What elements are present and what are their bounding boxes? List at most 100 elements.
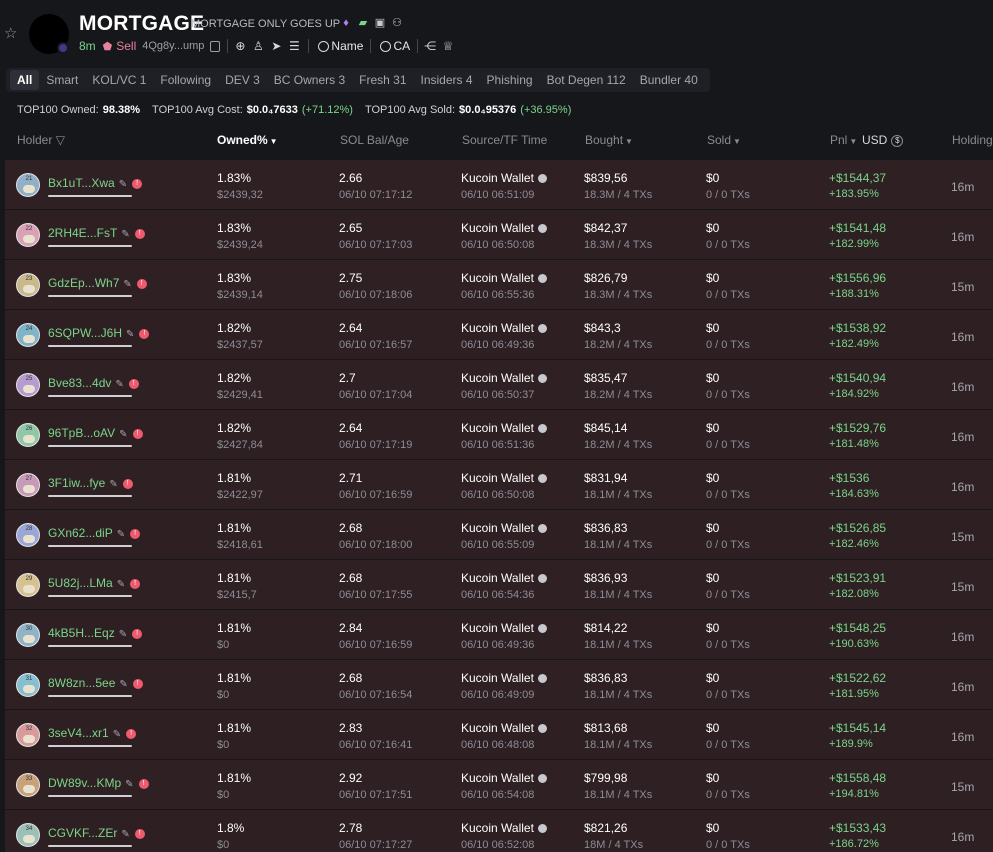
tab-all[interactable]: All xyxy=(10,70,40,90)
funding-source[interactable]: Kucoin Wallet xyxy=(461,571,547,585)
holder-address[interactable]: 8W8zn...5ee ✎! xyxy=(48,676,143,690)
pnl-usd: +$1544,37 xyxy=(829,171,887,185)
owned-percent: 1.81% xyxy=(217,621,252,635)
funding-source[interactable]: Kucoin Wallet xyxy=(461,521,547,535)
avatar-face-icon xyxy=(23,635,35,643)
sell-label[interactable]: Sell xyxy=(116,39,136,53)
holding-duration: 16m xyxy=(951,730,975,744)
token-address[interactable]: 4Qg8y...ump xyxy=(142,40,204,52)
funding-source[interactable]: Kucoin Wallet xyxy=(461,471,547,485)
table-row[interactable]: 25 Bve83...4dv ✎! 1.82% $2429,41 2.7 06/1… xyxy=(5,360,993,410)
funding-source[interactable]: Kucoin Wallet xyxy=(461,671,547,685)
holder-address[interactable]: GdzEp...Wh7 ✎! xyxy=(48,276,147,290)
funding-source[interactable]: Kucoin Wallet xyxy=(461,421,547,435)
tab-bot-degen[interactable]: Bot Degen 112 xyxy=(540,70,633,90)
sold-detail: 0 / 0 TXs xyxy=(706,239,750,251)
name-search[interactable]: Name xyxy=(318,39,363,53)
edit-icon[interactable]: ✎ xyxy=(125,779,133,790)
tab-dev[interactable]: DEV 3 xyxy=(218,70,267,90)
table-row[interactable]: 24 6SQPW...J6H ✎! 1.82% $2437,57 2.64 06/… xyxy=(5,310,993,360)
holder-address[interactable]: 3seV4...xr1 ✎! xyxy=(48,726,137,740)
pnl-percent: +190.63% xyxy=(829,638,879,650)
col-pnl[interactable]: Pnl ▼ xyxy=(830,133,857,147)
edit-icon[interactable]: ✎ xyxy=(119,429,127,440)
funding-source[interactable]: Kucoin Wallet xyxy=(461,771,547,785)
tab-insiders[interactable]: Insiders 4 xyxy=(414,70,480,90)
edit-icon[interactable]: ✎ xyxy=(117,579,125,590)
funding-source[interactable]: Kucoin Wallet xyxy=(461,721,547,735)
funding-source[interactable]: Kucoin Wallet xyxy=(461,321,547,335)
funding-source[interactable]: Kucoin Wallet xyxy=(461,221,547,235)
table-row[interactable]: 27 3F1iw...fye ✎! 1.81% $2422,97 2.71 06/… xyxy=(5,460,993,510)
star-icon[interactable]: ☆ xyxy=(4,26,20,42)
holder-address[interactable]: 2RH4E...FsT ✎! xyxy=(48,226,145,240)
table-row[interactable]: 28 GXn62...diP ✎! 1.81% $2418,61 2.68 06/… xyxy=(5,510,993,560)
col-holder[interactable]: Holder ▽ xyxy=(17,133,65,147)
edit-icon[interactable]: ✎ xyxy=(119,679,127,690)
funding-source[interactable]: Kucoin Wallet xyxy=(461,171,547,185)
currency-toggle[interactable]: USD $ xyxy=(862,133,904,147)
edit-icon[interactable]: ✎ xyxy=(126,329,134,340)
telegram-icon[interactable]: ➤ xyxy=(269,39,283,53)
edit-icon[interactable]: ✎ xyxy=(117,529,125,540)
edit-icon[interactable]: ✎ xyxy=(119,629,127,640)
col-holding[interactable]: Holding xyxy=(952,133,993,147)
holder-address[interactable]: 3F1iw...fye ✎! xyxy=(48,476,133,490)
user-icon[interactable]: ♙ xyxy=(251,39,265,53)
filter-icon[interactable]: ▽ xyxy=(56,133,65,147)
holder-address[interactable]: 5U82j...LMa ✎! xyxy=(48,576,141,590)
edit-icon[interactable]: ✎ xyxy=(121,229,129,240)
holder-address[interactable]: Bve83...4dv ✎! xyxy=(48,376,139,390)
edit-icon[interactable]: ✎ xyxy=(123,279,131,290)
share-icon[interactable]: ⋲ xyxy=(423,39,437,53)
holder-address[interactable]: 6SQPW...J6H ✎! xyxy=(48,326,150,340)
tab-phishing[interactable]: Phishing xyxy=(480,70,540,90)
funding-source[interactable]: Kucoin Wallet xyxy=(461,371,547,385)
tab-kol-vc[interactable]: KOL/VC 1 xyxy=(85,70,153,90)
table-row[interactable]: 23 GdzEp...Wh7 ✎! 1.83% $2439,14 2.75 06/… xyxy=(5,260,993,310)
list-icon[interactable]: ☰ xyxy=(287,39,301,53)
ca-search[interactable]: CA xyxy=(380,39,410,53)
col-sold[interactable]: Sold ▼ xyxy=(707,133,741,147)
edit-icon[interactable]: ✎ xyxy=(121,829,129,840)
table-row[interactable]: 30 4kB5H...Eqz ✎! 1.81% $0 2.84 06/10 07:… xyxy=(5,610,993,660)
table-row[interactable]: 21 Bx1uT...Xwa ✎! 1.83% $2439,32 2.66 06/… xyxy=(5,160,993,210)
alert-icon: ! xyxy=(132,629,143,639)
edit-icon[interactable]: ✎ xyxy=(119,179,127,190)
holder-address[interactable]: CGVKF...ZEr ✎! xyxy=(48,826,145,840)
holder-address[interactable]: DW89v...KMp ✎! xyxy=(48,776,149,790)
avatar: 32 xyxy=(16,723,40,747)
crown-icon[interactable]: ♕ xyxy=(441,39,455,53)
table-row[interactable]: 29 5U82j...LMa ✎! 1.81% $2415,7 2.68 06/1… xyxy=(5,560,993,610)
globe-icon[interactable]: ⊕ xyxy=(233,39,247,53)
tab-bundler[interactable]: Bundler 40 xyxy=(633,70,705,90)
table-row[interactable]: 26 96TpB...oAV ✎! 1.82% $2427,84 2.64 06/… xyxy=(5,410,993,460)
transfer-time: 06/10 06:52:08 xyxy=(461,839,535,851)
table-row[interactable]: 33 DW89v...KMp ✎! 1.81% $0 2.92 06/10 07:… xyxy=(5,760,993,810)
col-owned[interactable]: Owned% ▼ xyxy=(217,133,278,147)
sold-detail: 0 / 0 TXs xyxy=(706,639,750,651)
funding-source[interactable]: Kucoin Wallet xyxy=(461,821,547,835)
edit-icon[interactable]: ✎ xyxy=(115,379,123,390)
col-source[interactable]: Source/TF Time xyxy=(462,133,547,147)
copy-icon[interactable] xyxy=(210,40,221,52)
col-bought[interactable]: Bought ▼ xyxy=(585,133,633,147)
table-row[interactable]: 31 8W8zn...5ee ✎! 1.81% $0 2.68 06/10 07:… xyxy=(5,660,993,710)
table-row[interactable]: 22 2RH4E...FsT ✎! 1.83% $2439,24 2.65 06/… xyxy=(5,210,993,260)
transfer-time: 06/10 06:50:08 xyxy=(461,239,535,251)
tab-bc-owners[interactable]: BC Owners 3 xyxy=(267,70,352,90)
holder-address[interactable]: 4kB5H...Eqz ✎! xyxy=(48,626,143,640)
holder-address[interactable]: 96TpB...oAV ✎! xyxy=(48,426,143,440)
edit-icon[interactable]: ✎ xyxy=(109,479,117,490)
edit-icon[interactable]: ✎ xyxy=(113,729,121,740)
holder-address[interactable]: GXn62...diP ✎! xyxy=(48,526,141,540)
table-row[interactable]: 34 CGVKF...ZEr ✎! 1.8% $0 2.78 06/10 07:1… xyxy=(5,810,993,852)
tab-fresh[interactable]: Fresh 31 xyxy=(352,70,413,90)
col-sol-bal-age[interactable]: SOL Bal/Age xyxy=(340,133,409,147)
holder-address[interactable]: Bx1uT...Xwa ✎! xyxy=(48,176,143,190)
funding-source[interactable]: Kucoin Wallet xyxy=(461,271,547,285)
tab-following[interactable]: Following xyxy=(153,70,218,90)
funding-source[interactable]: Kucoin Wallet xyxy=(461,621,547,635)
tab-smart[interactable]: Smart xyxy=(39,70,85,90)
table-row[interactable]: 32 3seV4...xr1 ✎! 1.81% $0 2.83 06/10 07:… xyxy=(5,710,993,760)
